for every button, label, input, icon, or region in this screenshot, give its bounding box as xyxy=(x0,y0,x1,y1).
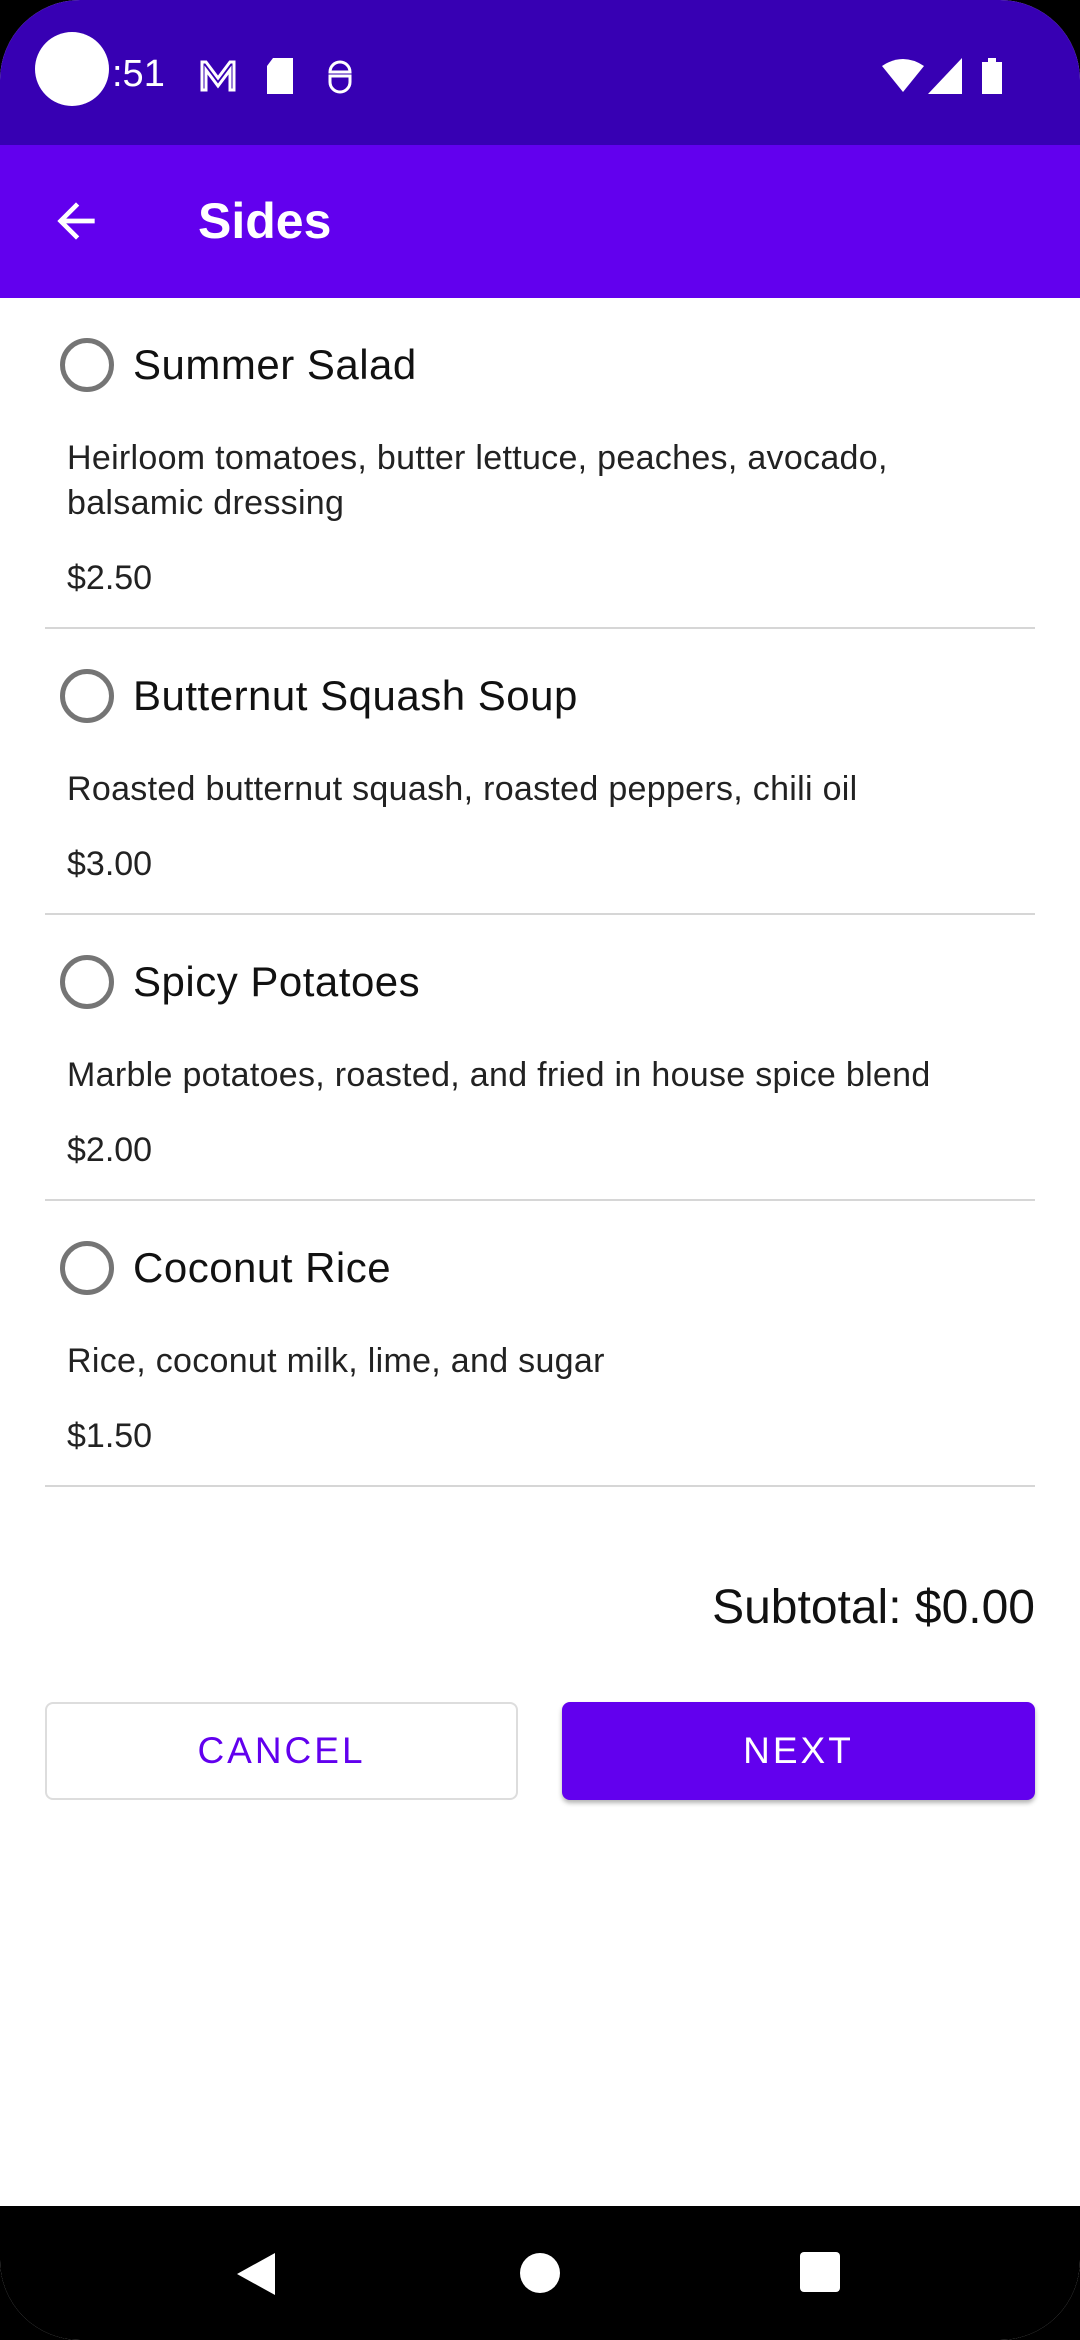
item-price: $2.50 xyxy=(67,559,153,597)
app-toolbar: Sides xyxy=(0,145,1080,298)
menu-item[interactable]: Spicy Potatoes Marble potatoes, roasted,… xyxy=(45,915,1035,1201)
nav-back-icon[interactable] xyxy=(233,2251,279,2297)
subtotal: Subtotal: $0.00 xyxy=(712,1581,1035,1634)
page-title: Sides xyxy=(198,193,332,249)
menu-item[interactable]: Butternut Squash Soup Roasted butternut … xyxy=(45,629,1035,915)
android-debug-icon xyxy=(328,60,352,94)
menu-item[interactable]: Coconut Rice Rice, coconut milk, lime, a… xyxy=(45,1201,1035,1487)
wifi-icon xyxy=(882,59,924,92)
battery-icon xyxy=(982,58,1002,94)
nav-recents-icon[interactable] xyxy=(799,2251,841,2293)
item-price: $1.50 xyxy=(67,1417,153,1455)
radio-button[interactable] xyxy=(60,955,114,1009)
item-description: Roasted butternut squash, roasted pepper… xyxy=(67,770,858,808)
item-description: Rice, coconut milk, lime, and sugar xyxy=(67,1342,605,1380)
nav-home-icon[interactable] xyxy=(518,2251,562,2295)
gmail-icon xyxy=(200,60,236,92)
signal-icon xyxy=(928,58,962,94)
status-time: :51 xyxy=(112,53,165,95)
menu-item[interactable]: Summer Salad Heirloom tomatoes, butter l… xyxy=(45,298,1035,629)
radio-button[interactable] xyxy=(60,1241,114,1295)
arrow-back-icon[interactable] xyxy=(48,193,104,249)
item-price: $3.00 xyxy=(67,845,153,883)
sd-card-icon xyxy=(267,58,293,94)
item-description: Heirloom tomatoes, butter lettuce, peach… xyxy=(67,439,888,522)
item-name: Spicy Potatoes xyxy=(133,958,421,1005)
sides-list: Summer Salad Heirloom tomatoes, butter l… xyxy=(45,298,1035,1487)
item-name: Butternut Squash Soup xyxy=(133,672,578,719)
next-button[interactable]: NEXT xyxy=(562,1702,1035,1800)
item-name: Coconut Rice xyxy=(133,1244,392,1291)
item-description: Marble potatoes, roasted, and fried in h… xyxy=(67,1056,931,1094)
radio-button[interactable] xyxy=(60,669,114,723)
radio-button[interactable] xyxy=(60,338,114,392)
cancel-button[interactable]: CANCEL xyxy=(45,1702,518,1800)
camera-cutout xyxy=(35,32,109,106)
item-price: $2.00 xyxy=(67,1131,153,1169)
screen: :51 Sides Summer Salad Heirloom tomatoes… xyxy=(0,0,1080,2340)
navigation-bar xyxy=(0,2206,1080,2340)
item-name: Summer Salad xyxy=(133,341,417,388)
status-bar: :51 xyxy=(0,0,1080,145)
